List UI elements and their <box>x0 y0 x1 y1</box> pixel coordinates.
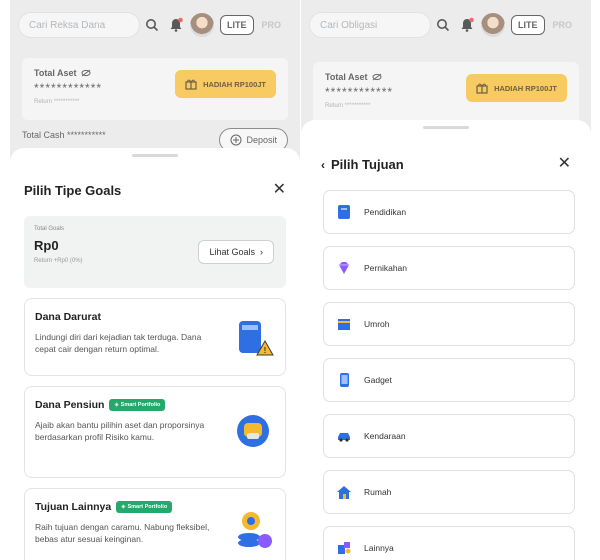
book-icon <box>338 205 350 219</box>
tujuan-label: Pernikahan <box>364 263 408 273</box>
goal-desc: Raih tujuan dengan caramu. Nabung fleksi… <box>35 522 210 545</box>
total-goals-card: Total Goals Rp0 Return +Rp0 (0%) Lihat G… <box>24 216 286 288</box>
tujuan-item-rumah[interactable]: Rumah <box>323 470 575 514</box>
coins-target-icon <box>238 512 272 548</box>
armchair-icon <box>237 415 269 447</box>
sheet-title-row: ‹ Pilih Tujuan <box>321 157 404 172</box>
sheet-header: Pilih Tipe Goals ✕ <box>24 182 286 198</box>
tujuan-label: Kendaraan <box>364 431 406 441</box>
puzzle-icon <box>338 542 351 554</box>
tujuan-label: Gadget <box>364 375 392 385</box>
goal-card-dana-darurat[interactable]: Dana Darurat Lindungi diri dari kejadian… <box>24 298 286 376</box>
back-icon[interactable]: ‹ <box>321 158 325 172</box>
tujuan-item-pendidikan[interactable]: Pendidikan <box>323 190 575 234</box>
goal-desc: Lindungi diri dari kejadian tak terduga.… <box>35 332 202 355</box>
smart-portfolio-badge: ◈ Smart Portfolio <box>109 399 166 411</box>
total-goals-label: Total Goals <box>34 226 65 232</box>
kaaba-icon <box>338 319 350 330</box>
goal-title: Dana Pensiun <box>35 399 105 411</box>
chevron-right-icon: › <box>257 247 263 257</box>
tujuan-sheet: ‹ Pilih Tujuan ✕ Pendidikan Pernikahan Um… <box>301 120 591 560</box>
shield-icon: ◈ <box>114 402 119 408</box>
left-screen: Cari Reksa Dana LITE PRO Total Aset ****… <box>10 0 300 560</box>
svg-text:!: ! <box>264 346 267 355</box>
goal-card-dana-pensiun[interactable]: Dana Pensiun ◈ Smart Portfolio Ajaib akan… <box>24 386 286 478</box>
tujuan-item-lainnya[interactable]: Lainnya <box>323 526 575 560</box>
tujuan-label: Rumah <box>364 487 392 497</box>
goals-sheet: Pilih Tipe Goals ✕ Total Goals Rp0 Retur… <box>10 148 300 560</box>
tujuan-item-pernikahan[interactable]: Pernikahan <box>323 246 575 290</box>
sheet-title: Pilih Tipe Goals <box>24 182 122 198</box>
tujuan-item-kendaraan[interactable]: Kendaraan <box>323 414 575 458</box>
tujuan-item-umroh[interactable]: Umroh <box>323 302 575 346</box>
sheet-title: Pilih Tujuan <box>331 156 404 172</box>
badge-label: Smart Portfolio <box>120 402 161 408</box>
tujuan-item-gadget[interactable]: Gadget <box>323 358 575 402</box>
goal-title: Tujuan Lainnya <box>35 501 112 513</box>
car-icon <box>338 433 350 442</box>
smart-portfolio-badge: ◈ Smart Portfolio <box>116 501 173 513</box>
tujuan-label: Pendidikan <box>364 207 407 217</box>
tujuan-label: Umroh <box>364 319 390 329</box>
right-screen: Cari Obligasi LITE PRO Total Aset ******… <box>301 0 591 560</box>
shield-icon: ◈ <box>121 504 126 510</box>
emergency-fund-icon: ! <box>239 321 274 356</box>
diamond-icon <box>339 262 349 274</box>
sheet-header: ‹ Pilih Tujuan ✕ <box>321 156 571 172</box>
lihat-goals-label: Lihat Goals <box>209 247 255 257</box>
tujuan-label: Lainnya <box>364 543 394 553</box>
goal-card-tujuan-lainnya[interactable]: Tujuan Lainnya ◈ Smart Portfolio Raih tuj… <box>24 488 286 560</box>
sheet-handle[interactable] <box>132 154 178 157</box>
house-icon <box>337 486 351 499</box>
sheet-handle[interactable] <box>423 126 469 129</box>
goal-desc: Ajaib akan bantu pilihin aset dan propor… <box>35 420 205 443</box>
close-icon[interactable]: ✕ <box>558 156 571 172</box>
badge-label: Smart Portfolio <box>127 504 168 510</box>
phone-icon <box>340 373 349 387</box>
lihat-goals-button[interactable]: Lihat Goals › <box>198 240 274 264</box>
close-icon[interactable]: ✕ <box>273 182 286 198</box>
